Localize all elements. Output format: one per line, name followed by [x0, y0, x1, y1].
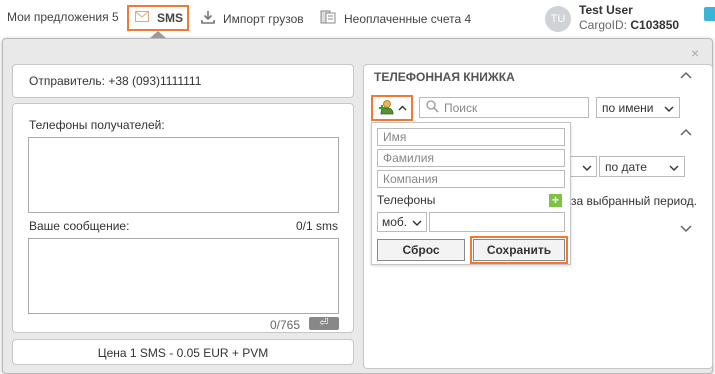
chevron-down-icon	[412, 215, 422, 229]
add-contact-icon	[378, 99, 396, 118]
envelope-icon	[135, 11, 149, 25]
search-box	[419, 97, 589, 118]
sort-by-date-select[interactable]: по дате	[599, 156, 685, 177]
first-name-input[interactable]	[377, 128, 565, 146]
phones-label: Телефоны	[377, 193, 436, 207]
chat-icon[interactable]	[704, 7, 715, 21]
recipients-label: Телефоны получателей:	[29, 118, 165, 132]
last-name-input[interactable]	[377, 149, 565, 167]
add-contact-button[interactable]	[371, 95, 413, 121]
user-name[interactable]: Test User	[579, 3, 633, 17]
chevron-up-icon[interactable]	[680, 125, 692, 139]
save-button[interactable]: Сохранить	[473, 239, 565, 261]
phonebook-panel: ТЕЛЕФОННАЯ КНИЖКА по имени	[363, 64, 713, 369]
avatar[interactable]: TU	[545, 6, 571, 32]
chevron-down-icon	[669, 160, 679, 174]
sort-by-date-value: по дате	[605, 159, 647, 174]
top-navigation: Мои предложения 5 SMS Импорт грузов Неоп…	[0, 0, 715, 36]
nav-unpaid-invoices[interactable]: Неоплаченные счета 4	[320, 10, 471, 27]
close-icon[interactable]: ×	[691, 45, 699, 61]
sms-count: 0/1 sms	[295, 219, 338, 233]
message-textarea[interactable]	[28, 238, 339, 314]
nav-import-label: Импорт грузов	[223, 11, 304, 26]
phone-number-input[interactable]	[429, 212, 565, 232]
save-button-highlight: Сохранить	[470, 236, 568, 264]
chevron-down-icon	[664, 101, 674, 115]
add-contact-dropdown: Телефоны + моб. Сброс Сохранить	[371, 122, 571, 265]
price-text: Цена 1 SMS - 0.05 EUR + PVM	[97, 346, 269, 360]
download-icon	[201, 10, 215, 27]
plus-icon[interactable]: +	[549, 194, 562, 207]
period-text: за выбранный период.	[571, 194, 697, 208]
chevron-down-icon	[582, 160, 592, 174]
period-select[interactable]	[569, 156, 597, 177]
nav-sms-button[interactable]: SMS	[127, 5, 189, 31]
sort-by-name-select[interactable]: по имени	[596, 97, 680, 118]
invoice-icon	[320, 10, 336, 27]
sender-text: Отправитель: +38 (093)1111111	[29, 74, 202, 88]
price-panel: Цена 1 SMS - 0.05 EUR + PVM	[12, 339, 354, 365]
nav-unpaid-label: Неоплаченные счета 4	[344, 11, 472, 26]
user-cargo-id: CargoID: C103850	[579, 18, 679, 32]
company-input[interactable]	[377, 170, 565, 188]
message-label: Ваше сообщение:	[29, 219, 130, 233]
chevron-down-icon[interactable]	[680, 222, 692, 236]
chevron-up-icon	[398, 103, 407, 114]
reset-button[interactable]: Сброс	[377, 239, 465, 261]
sort-by-name-value: по имени	[602, 100, 654, 115]
nav-pointer-arrow	[150, 31, 166, 38]
char-count: 0/765	[270, 318, 301, 332]
enter-icon[interactable]: ⏎	[309, 317, 339, 330]
recipients-textarea[interactable]	[28, 137, 339, 213]
phone-type-select[interactable]: моб.	[377, 212, 427, 232]
phone-type-value: моб.	[382, 215, 408, 229]
nav-sms-label: SMS	[157, 11, 184, 25]
nav-my-offers[interactable]: Мои предложения 5	[7, 10, 119, 24]
nav-import-cargo[interactable]: Импорт грузов	[201, 10, 304, 27]
sms-modal: × Отправитель: +38 (093)1111111 Телефоны…	[2, 38, 713, 374]
cargo-id-prefix: CargoID:	[579, 18, 631, 32]
compose-panel: Телефоны получателей: Ваше сообщение: 0/…	[12, 103, 354, 333]
search-input[interactable]	[444, 100, 574, 115]
phonebook-title: ТЕЛЕФОННАЯ КНИЖКА	[374, 70, 515, 84]
sender-panel: Отправитель: +38 (093)1111111	[12, 64, 354, 98]
search-icon	[426, 99, 439, 116]
chevron-up-icon[interactable]	[680, 68, 692, 82]
cargo-id-value: C103850	[630, 18, 680, 32]
